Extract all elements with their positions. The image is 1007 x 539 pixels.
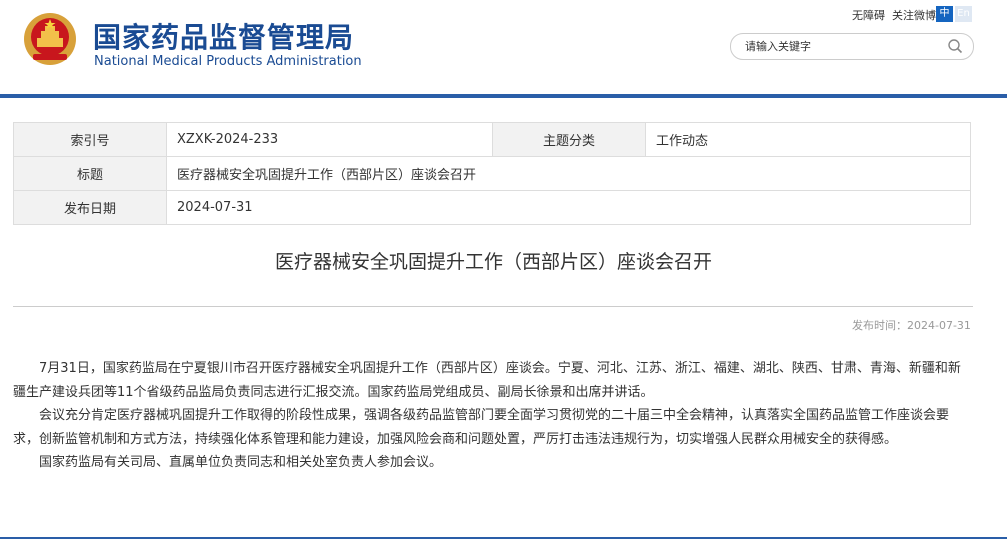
search-input[interactable]	[745, 38, 935, 54]
topic-value: 工作动态	[645, 122, 971, 157]
header-accent-bar	[0, 94, 1007, 98]
article-paragraph: 7月31日，国家药监局在宁夏银川市召开医疗器械安全巩固提升工作（西部片区）座谈会…	[13, 361, 961, 400]
article-meta-table: 索引号 XZXK-2024-233 主题分类 工作动态 标题 医疗器械安全巩固提…	[13, 122, 971, 225]
site-name-en[interactable]: National Medical Products Administration	[94, 54, 362, 69]
article-title: 医疗器械安全巩固提升工作（西部片区）座谈会召开	[274, 251, 712, 273]
accessibility-link[interactable]: 无障碍	[852, 9, 885, 22]
meta-row: 标题 医疗器械安全巩固提升工作（西部片区）座谈会召开	[13, 156, 971, 191]
article-paragraph: 国家药监局有关司局、直属单位负责同志和相关处室负责人参加会议。	[39, 455, 443, 470]
lang-en-button[interactable]: En	[955, 6, 972, 22]
date-label: 发布日期	[13, 190, 167, 225]
lang-cn-button[interactable]: 中	[936, 6, 953, 22]
index-value: XZXK-2024-233	[166, 122, 493, 157]
meta-row: 索引号 XZXK-2024-233 主题分类 工作动态	[13, 122, 971, 157]
article-paragraph: 会议充分肯定医疗器械巩固提升工作取得的阶段性成果，强调各级药品监管部门要全面学习…	[13, 408, 950, 447]
language-switch: 中 En	[936, 6, 972, 22]
search-box	[730, 33, 974, 60]
meta-row: 发布日期 2024-07-31	[13, 190, 971, 225]
title-label: 标题	[13, 156, 167, 191]
top-links: 无障碍 关注微博	[852, 7, 943, 23]
search-icon[interactable]	[947, 38, 963, 54]
national-emblem-logo[interactable]	[23, 12, 77, 66]
date-value: 2024-07-31	[166, 190, 971, 225]
article-body: 7月31日，国家药监局在宁夏银川市召开医疗器械安全巩固提升工作（西部片区）座谈会…	[13, 357, 973, 475]
title-divider	[13, 306, 973, 307]
site-name-cn[interactable]: 国家药品监督管理局	[93, 16, 354, 56]
topic-label: 主题分类	[492, 122, 646, 157]
title-value: 医疗器械安全巩固提升工作（西部片区）座谈会召开	[166, 156, 971, 191]
publish-time: 发布时间：2024-07-31	[852, 319, 971, 332]
index-label: 索引号	[13, 122, 167, 157]
follow-weibo-link[interactable]: 关注微博	[892, 9, 936, 22]
site-header: 国家药品监督管理局 National Medical Products Admi…	[0, 0, 1007, 95]
